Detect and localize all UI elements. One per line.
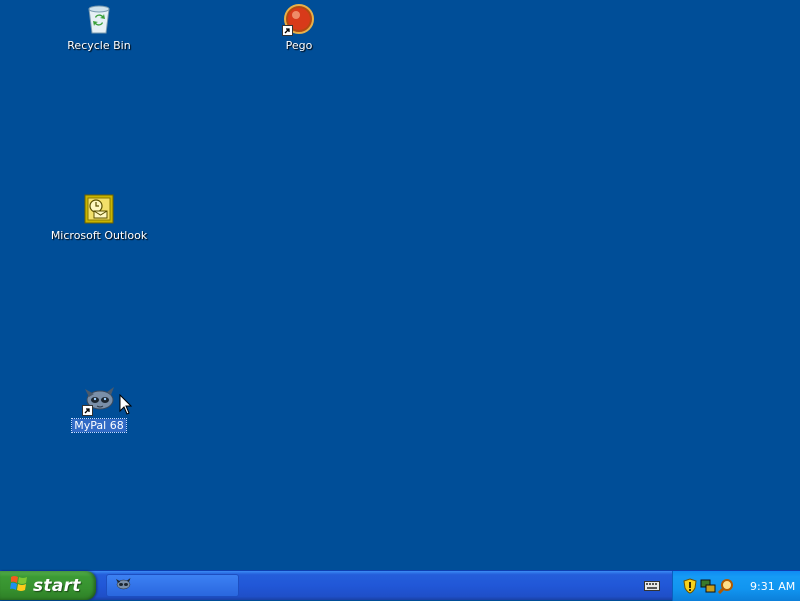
start-button[interactable]: start: [0, 571, 96, 600]
keyboard-icon[interactable]: [644, 578, 660, 592]
shortcut-arrow-icon: [282, 25, 293, 36]
desktop-icon-label: MyPal 68: [71, 418, 127, 433]
desktop-icon-label: Recycle Bin: [67, 39, 131, 52]
mouse-cursor-icon: [119, 393, 133, 416]
desktop: Recycle Bin Pego Microsoft Outlook MyPal…: [0, 0, 800, 570]
start-label: start: [33, 575, 81, 596]
security-shield-icon[interactable]: [682, 578, 698, 594]
desktop-icon-recycle-bin[interactable]: Recycle Bin: [54, 2, 144, 52]
outlook-icon: [82, 192, 116, 226]
taskbar-button-mypal[interactable]: [106, 574, 239, 597]
recycle-bin-icon: [82, 2, 116, 36]
desktop-icon-pego[interactable]: Pego: [254, 2, 344, 52]
system-tray: 9:31 AM: [672, 571, 800, 601]
clock[interactable]: 9:31 AM: [750, 580, 795, 593]
shortcut-arrow-icon: [82, 405, 93, 416]
mypal-icon: [115, 576, 131, 596]
pego-icon: [282, 2, 316, 36]
search-icon[interactable]: [717, 578, 734, 595]
desktop-icon-label: Pego: [285, 39, 313, 52]
mypal-icon: [82, 382, 116, 416]
network-icon[interactable]: [700, 578, 716, 594]
desktop-icon-label: Microsoft Outlook: [50, 229, 148, 242]
taskbar: start 9:31 AM: [0, 570, 800, 601]
windows-logo-icon: [10, 575, 28, 596]
desktop-icon-microsoft-outlook[interactable]: Microsoft Outlook: [51, 192, 147, 242]
